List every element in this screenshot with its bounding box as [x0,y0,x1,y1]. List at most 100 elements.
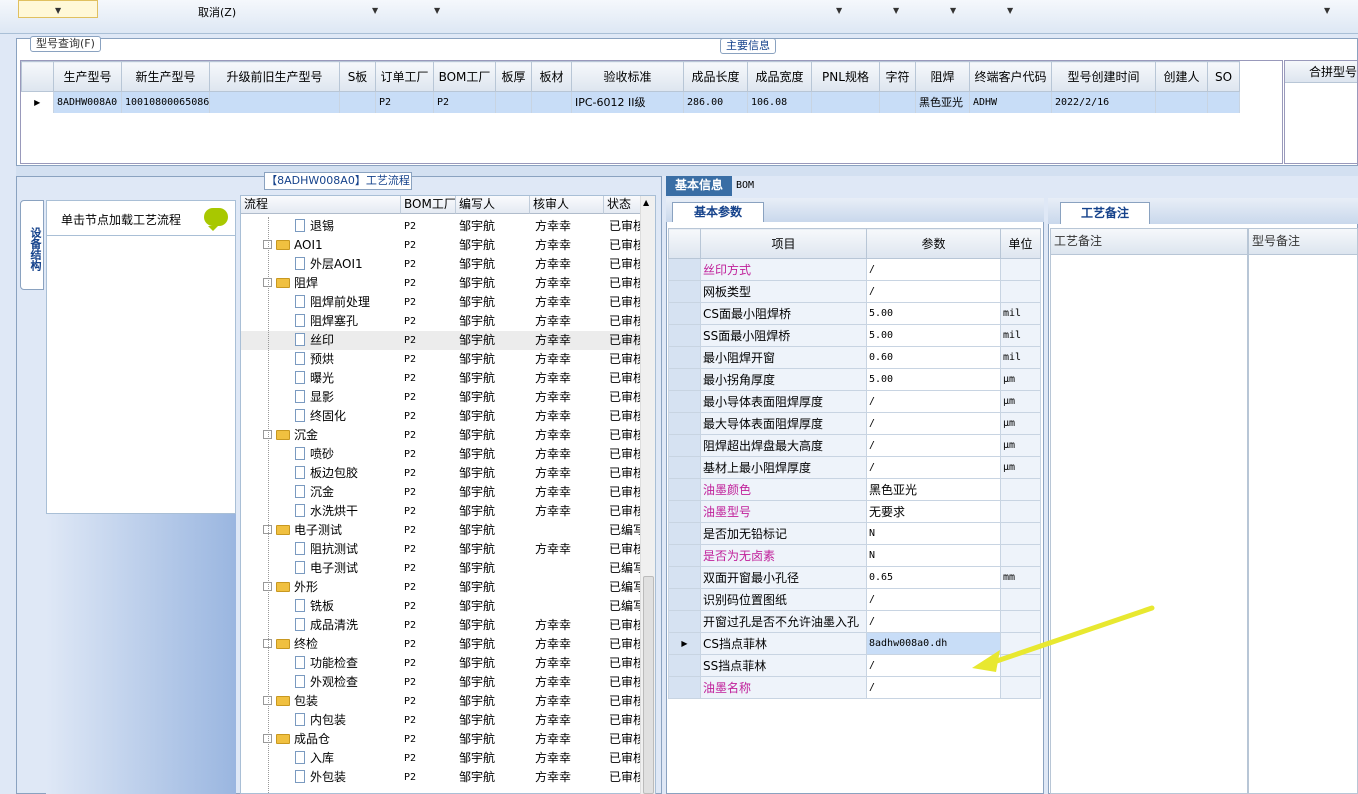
table-cell[interactable] [1155,91,1208,113]
column-header-unit[interactable]: 单位 [1000,228,1041,259]
table-cell[interactable] [1207,91,1240,113]
table-cell[interactable]: P2 [433,91,496,113]
tree-row[interactable]: 显影 P2 邹宇航 方幸幸 已审核 [241,388,641,407]
param-row[interactable]: 双面开窗最小孔径 0.65 mm [668,566,1041,589]
tree-node[interactable]: 阻焊前处理 [295,293,370,312]
tree-node[interactable]: 外观检查 [295,673,358,692]
param-value[interactable]: / [866,412,1001,435]
tree-node[interactable]: 终固化 [295,407,346,426]
tree-node[interactable]: 沉金 [295,483,334,502]
param-row[interactable]: 识别码位置图纸 / [668,588,1041,611]
column-header[interactable]: S板 [339,61,376,92]
process-notes-column[interactable]: 工艺备注 [1050,228,1248,794]
param-value[interactable]: / [866,456,1001,479]
tree-row[interactable]: 板边包胶 P2 邹宇航 方幸幸 已审核 [241,464,641,483]
param-value[interactable]: / [866,610,1001,633]
param-row[interactable]: 最大导体表面阻焊厚度 / μm [668,412,1041,435]
tree-row[interactable]: −终检 P2 邹宇航 方幸幸 已审核 [241,635,641,654]
column-header[interactable]: SO [1207,61,1240,92]
param-value[interactable]: 无要求 [866,500,1001,523]
tree-node[interactable]: 铣板 [295,597,334,616]
param-row[interactable]: 阻焊超出焊盘最大高度 / μm [668,434,1041,457]
tree-node[interactable]: 成品清洗 [295,616,358,635]
column-header-status[interactable]: 状态 [604,196,641,214]
tree-node[interactable]: 外包装 [295,768,346,787]
param-value[interactable]: / [866,434,1001,457]
tree-row[interactable]: 铣板 P2 邹宇航 已编写 [241,597,641,616]
tree-scrollbar[interactable]: ▲ [640,196,655,794]
tree-row[interactable]: 预烘 P2 邹宇航 方幸幸 已审核 [241,350,641,369]
column-header[interactable]: 型号创建时间 [1051,61,1156,92]
column-header[interactable]: BOM工厂 [433,61,496,92]
column-header[interactable]: 板材 [531,61,572,92]
column-header[interactable]: 创建人 [1155,61,1208,92]
tree-row[interactable]: 喷砂 P2 邹宇航 方幸幸 已审核 [241,445,641,464]
cancel-menu-item[interactable]: 取消(Z) [198,4,236,20]
column-header-item[interactable]: 项目 [700,228,867,259]
column-header[interactable]: 新生产型号 [121,61,210,92]
tree-node[interactable]: 阻焊塞孔 [295,312,358,331]
column-header[interactable]: 阻焊 [915,61,970,92]
param-value[interactable]: / [866,280,1001,303]
scroll-up-icon[interactable]: ▲ [643,198,649,207]
column-header[interactable]: 成品宽度 [747,61,812,92]
tree-row[interactable]: 电子测试 P2 邹宇航 已编写 [241,559,641,578]
param-row[interactable]: 最小导体表面阻焊厚度 / μm [668,390,1041,413]
param-row[interactable]: CS面最小阻焊桥 5.00 mil [668,302,1041,325]
param-value[interactable]: 5.00 [866,302,1001,325]
tree-row[interactable]: 阻抗测试 P2 邹宇航 方幸幸 已审核 [241,540,641,559]
table-cell[interactable]: 286.00 [683,91,748,113]
table-cell[interactable]: 10010800065086 [121,91,210,113]
tree-row[interactable]: 内包装 P2 邹宇航 方幸幸 已审核 [241,711,641,730]
table-cell[interactable]: IPC-6012 II级 [571,91,684,113]
tree-node[interactable]: 丝印 [295,331,334,350]
tree-node[interactable]: 入库 [295,749,334,768]
tree-row[interactable]: 外层AOI1 P2 邹宇航 方幸幸 已审核 [241,255,641,274]
tree-node[interactable]: −包装 [263,692,318,711]
tree-node[interactable]: −AOI1 [263,236,323,255]
tree-row[interactable]: −包装 P2 邹宇航 方幸幸 已审核 [241,692,641,711]
tree-node[interactable]: 阻抗测试 [295,540,358,559]
tree-node[interactable]: 预烘 [295,350,334,369]
param-row[interactable]: SS挡点菲林 / [668,654,1041,677]
tree-row[interactable]: 入库 P2 邹宇航 方幸幸 已审核 [241,749,641,768]
chevron-down-icon[interactable]: ▼ [893,6,899,15]
tree-node[interactable]: 水洗烘干 [295,502,358,521]
tree-row[interactable]: −阻焊 P2 邹宇航 方幸幸 已审核 [241,274,641,293]
column-header[interactable]: 成品长度 [683,61,748,92]
model-search-tab[interactable]: 型号查询(F) [30,36,101,52]
param-row[interactable]: 油墨颜色 黑色亚光 [668,478,1041,501]
equipment-structure-tab[interactable]: 设备结构 [20,200,44,290]
column-header[interactable]: 字符 [879,61,916,92]
column-header[interactable]: 终端客户代码 [969,61,1052,92]
tab-basic-params[interactable]: 基本参数 [672,202,764,222]
column-header-reviewer[interactable]: 核审人 [530,196,604,214]
tree-row[interactable]: 丝印 P2 邹宇航 方幸幸 已审核 [241,331,641,350]
param-row[interactable]: ▶ CS挡点菲林 8adhw008a0.dh [668,632,1041,655]
tree-node[interactable]: 板边包胶 [295,464,358,483]
tree-row[interactable]: 功能检查 P2 邹宇航 方幸幸 已审核 [241,654,641,673]
table-cell[interactable] [209,91,340,113]
param-row[interactable]: 最小阻焊开窗 0.60 mil [668,346,1041,369]
param-value[interactable]: 5.00 [866,368,1001,391]
tree-row[interactable]: 曝光 P2 邹宇航 方幸幸 已审核 [241,369,641,388]
table-cell[interactable] [339,91,376,113]
model-notes-column[interactable]: 型号备注 [1248,228,1358,794]
tree-node[interactable]: −电子测试 [263,521,342,540]
tree-row[interactable]: 外包装 P2 邹宇航 方幸幸 已审核 [241,768,641,787]
param-value[interactable]: N [866,544,1001,567]
tree-row[interactable]: 成品清洗 P2 邹宇航 方幸幸 已审核 [241,616,641,635]
chevron-down-icon[interactable]: ▼ [1324,6,1330,15]
param-row[interactable]: 基材上最小阻焊厚度 / μm [668,456,1041,479]
param-row[interactable]: 网板类型 / [668,280,1041,303]
column-header-bom-factory[interactable]: BOM工厂 [401,196,456,214]
table-cell[interactable] [495,91,532,113]
param-value[interactable]: 0.60 [866,346,1001,369]
column-header[interactable]: 订单工厂 [375,61,434,92]
horizontal-splitter[interactable] [16,166,1358,176]
param-value[interactable]: 黑色亚光 [866,478,1001,501]
column-header-writer[interactable]: 编写人 [456,196,530,214]
tree-node[interactable]: 外层AOI1 [295,255,363,274]
tree-node[interactable]: −外形 [263,578,318,597]
chevron-down-icon[interactable]: ▼ [372,6,378,15]
